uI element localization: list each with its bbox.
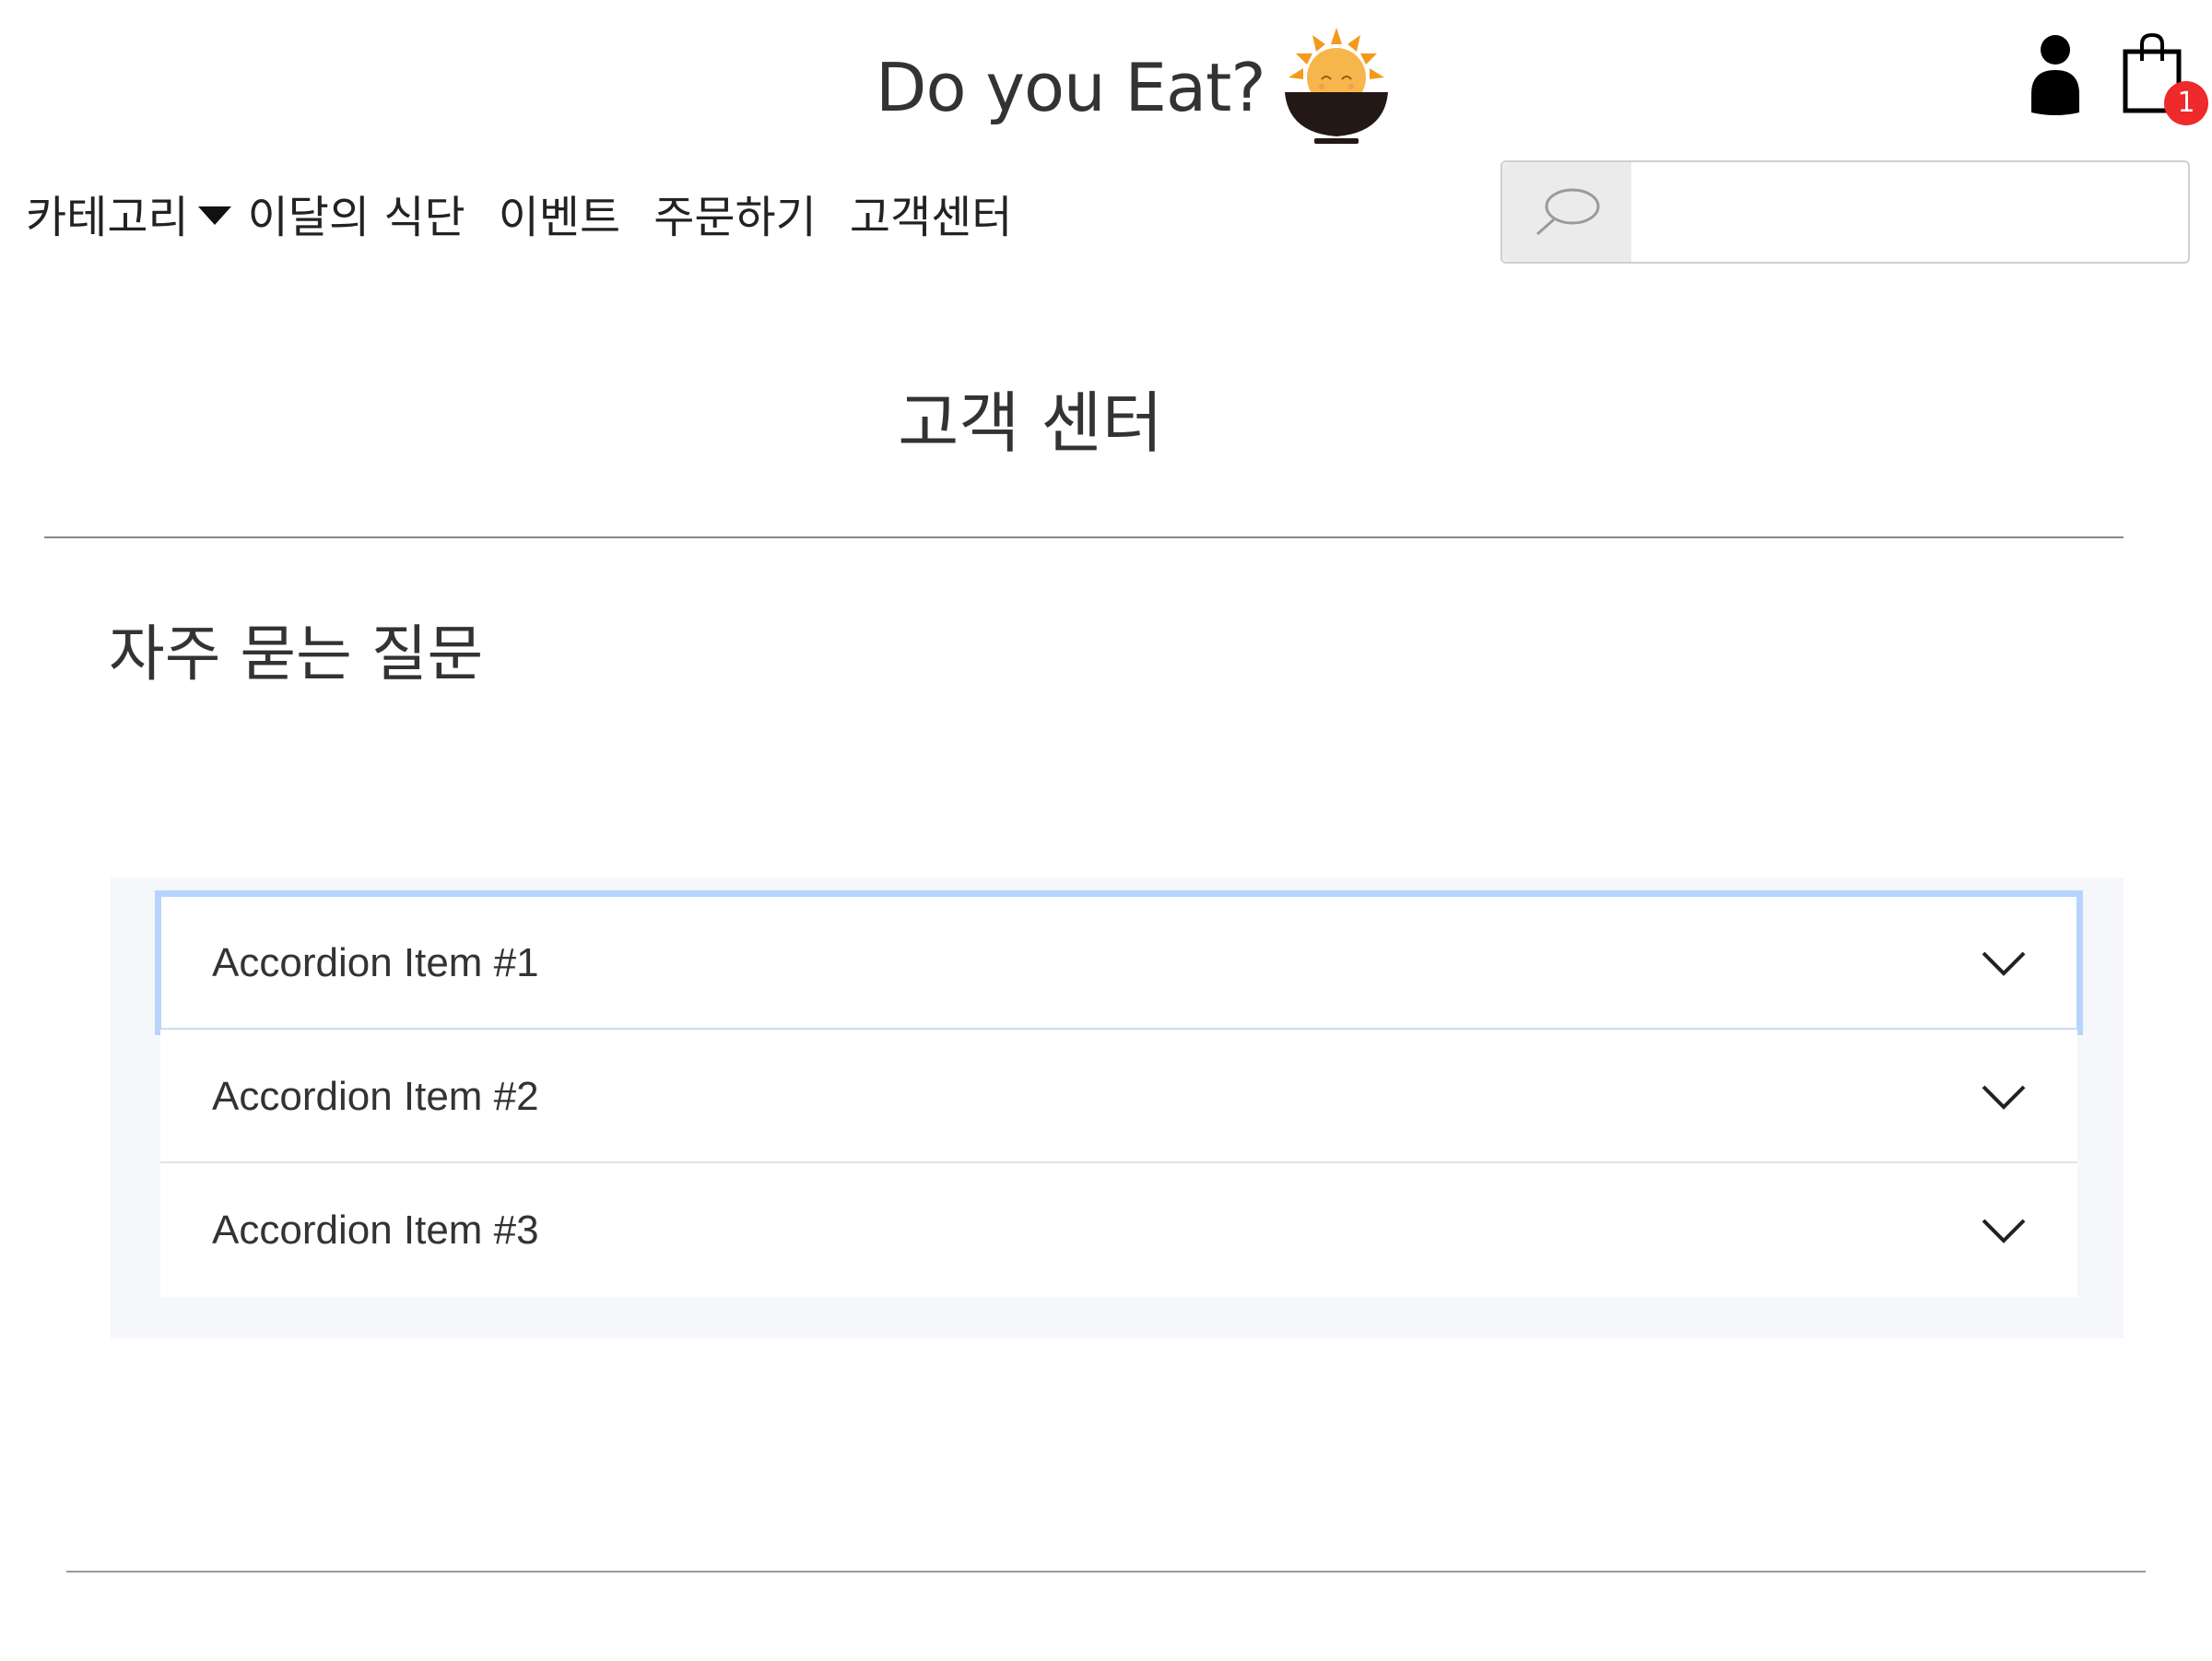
divider <box>44 536 2124 538</box>
accordion-item-label: Accordion Item #2 <box>212 1074 539 1119</box>
chevron-down-icon <box>1982 951 2026 976</box>
faq-section-title: 자주 묻는 질문 <box>109 618 484 689</box>
footer-divider <box>66 1571 2146 1573</box>
nav-item-order[interactable]: 주문하기 <box>653 181 817 245</box>
caret-down-icon <box>197 206 231 225</box>
accordion-item-2[interactable]: Accordion Item #2 <box>160 1030 2077 1163</box>
nav-item-customer-center[interactable]: 고객센터 <box>850 181 1013 245</box>
chevron-down-icon <box>1982 1219 2026 1243</box>
faq-accordion: Accordion Item #1 Accordion Item #2 Acco… <box>155 890 2083 1297</box>
nav-item-category[interactable]: 카테고리 <box>26 181 231 245</box>
accordion-item-1[interactable]: Accordion Item #1 <box>155 890 2083 1035</box>
accordion-item-label: Accordion Item #3 <box>212 1207 539 1253</box>
brand[interactable]: Do you Eat? <box>876 18 1388 157</box>
page-title: 고객 센터 <box>898 384 1163 462</box>
cart-count-badge: 1 <box>2164 81 2208 125</box>
chevron-down-icon <box>1982 1085 2026 1110</box>
accordion-item-label: Accordion Item #1 <box>212 940 539 985</box>
brand-title: Do you Eat? <box>876 49 1266 126</box>
accordion-item-3[interactable]: Accordion Item #3 <box>160 1163 2077 1297</box>
search-bar <box>1500 160 2190 264</box>
nav-item-label: 카테고리 <box>26 192 189 243</box>
nav-item-monthly-menu[interactable]: 이달의 식단 <box>248 181 465 245</box>
search-icon <box>1536 188 1600 236</box>
search-button[interactable] <box>1502 162 1631 262</box>
header-actions: 1 <box>2018 28 2208 129</box>
main-nav: 카테고리 이달의 식단 이벤트 주문하기 고객센터 <box>26 181 1045 245</box>
nav-item-event[interactable]: 이벤트 <box>499 181 620 245</box>
search-input[interactable] <box>1631 162 2188 262</box>
user-icon[interactable] <box>2028 33 2083 116</box>
brand-logo-icon <box>1285 28 1388 144</box>
faq-accordion-container: Accordion Item #1 Accordion Item #2 Acco… <box>111 878 2124 1338</box>
